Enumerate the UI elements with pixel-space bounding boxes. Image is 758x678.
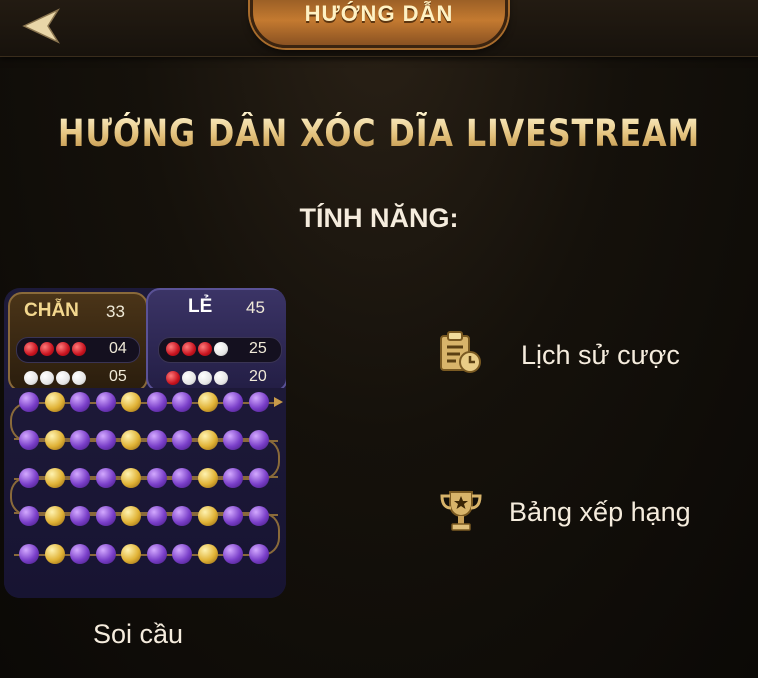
purple-bead: [146, 506, 167, 526]
features-heading: TÍNH NĂNG:: [299, 203, 459, 233]
purple-bead: [172, 392, 192, 412]
purple-bead: [70, 392, 90, 412]
red-dot: [56, 342, 70, 356]
purple-bead: [223, 392, 243, 412]
chan-stats-box: CHẴN 33 04 05: [8, 292, 148, 392]
header-tab: HƯỚNG DẪN: [250, 0, 508, 48]
gold-bead: [44, 430, 65, 450]
gold-bead: [197, 392, 218, 412]
soi-cau-label: Soi cầu: [93, 619, 184, 649]
chan-label: CHẴN: [24, 300, 79, 321]
white-dot: [56, 371, 70, 385]
purple-bead: [95, 430, 116, 450]
soi-cau-panel[interactable]: CHẴN 33 04 05 LẺ 45 25 20: [4, 288, 286, 598]
purple-bead: [19, 468, 39, 488]
le-row-2-value: 20: [249, 368, 267, 385]
le-count: 45: [246, 298, 265, 317]
red-dot: [40, 342, 54, 356]
gold-bead: [121, 392, 141, 412]
gold-bead: [197, 430, 218, 450]
top-bar: HƯỚNG DẪN: [0, 0, 758, 57]
chan-row-2-value: 05: [109, 368, 127, 385]
gold-bead: [44, 544, 65, 564]
le-label: LẺ: [188, 296, 213, 317]
purple-bead: [248, 468, 269, 488]
purple-bead: [19, 392, 39, 412]
purple-bead: [95, 544, 116, 564]
purple-bead: [172, 468, 192, 488]
chan-row-1-value: 04: [109, 340, 127, 357]
trophy-icon: [440, 491, 482, 531]
gold-bead: [44, 506, 65, 526]
le-stats-box: LẺ 45 25 20: [146, 288, 286, 392]
red-dot: [166, 371, 180, 385]
red-dot: [24, 342, 38, 356]
purple-bead: [248, 392, 269, 412]
purple-bead: [70, 430, 90, 450]
purple-bead: [19, 506, 39, 526]
header-tab-label: HƯỚNG DẪN: [304, 1, 454, 26]
purple-bead: [95, 506, 116, 526]
feature-history[interactable]: [438, 330, 484, 381]
gold-bead: [197, 468, 218, 488]
purple-bead: [223, 506, 243, 526]
bead-road: [4, 388, 286, 598]
red-dot: [166, 342, 180, 356]
gold-bead: [121, 506, 141, 526]
purple-bead: [248, 430, 269, 450]
purple-bead: [223, 544, 243, 564]
gold-bead: [197, 544, 218, 564]
purple-bead: [19, 544, 39, 564]
gold-bead: [44, 392, 65, 412]
page-title: HƯỚNG DẪN XÓC DĨA LIVESTREAM: [53, 112, 705, 155]
chan-count: 33: [106, 302, 125, 321]
purple-bead: [223, 468, 243, 488]
white-dot: [24, 371, 38, 385]
purple-bead: [95, 392, 116, 412]
red-dot: [182, 342, 196, 356]
purple-bead: [70, 468, 90, 488]
le-row-1-value: 25: [249, 340, 267, 357]
white-dot: [182, 371, 196, 385]
clipboard-clock-icon: [440, 331, 481, 373]
purple-bead: [19, 430, 39, 450]
red-dot: [72, 342, 86, 356]
purple-bead: [223, 430, 243, 450]
purple-bead: [146, 544, 167, 564]
feature-history-label[interactable]: Lịch sử cược: [521, 340, 680, 371]
purple-bead: [95, 468, 116, 488]
gold-bead: [197, 506, 218, 526]
red-dot: [198, 342, 212, 356]
feature-leaderboard[interactable]: [438, 488, 484, 539]
purple-bead: [172, 544, 192, 564]
white-dot: [198, 371, 212, 385]
feature-leaderboard-label[interactable]: Bảng xếp hạng: [509, 497, 691, 528]
back-arrow-icon: [22, 8, 60, 44]
purple-bead: [70, 544, 90, 564]
white-dot: [40, 371, 54, 385]
white-dot: [214, 371, 228, 385]
purple-bead: [172, 430, 192, 450]
white-dot: [214, 342, 228, 356]
gold-bead: [121, 544, 141, 564]
purple-bead: [146, 392, 167, 412]
gold-bead: [121, 468, 141, 488]
purple-bead: [70, 506, 90, 526]
gold-bead: [121, 430, 141, 450]
purple-bead: [146, 430, 167, 450]
white-dot: [72, 371, 86, 385]
purple-bead: [146, 468, 167, 488]
back-button[interactable]: [18, 6, 66, 46]
path-arrow-icon: [274, 397, 283, 407]
purple-bead: [248, 544, 269, 564]
purple-bead: [172, 506, 192, 526]
purple-bead: [248, 506, 269, 526]
gold-bead: [44, 468, 65, 488]
